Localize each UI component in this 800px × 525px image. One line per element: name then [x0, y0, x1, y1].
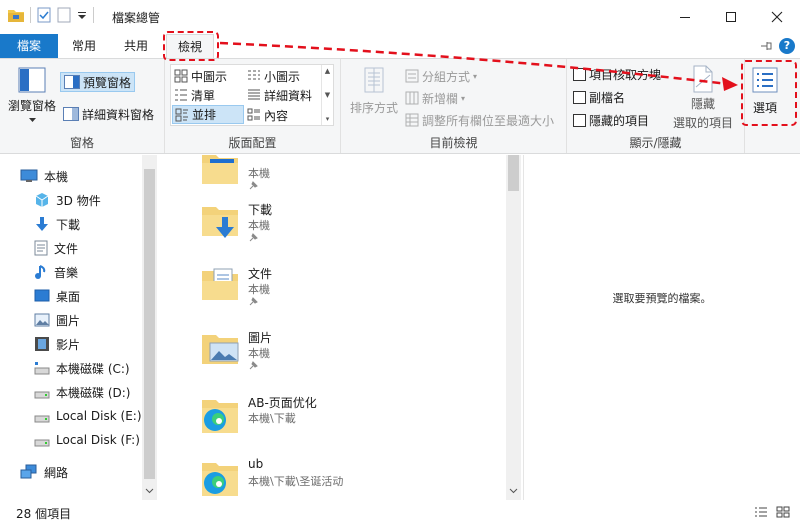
annotation-arrow	[219, 41, 738, 91]
